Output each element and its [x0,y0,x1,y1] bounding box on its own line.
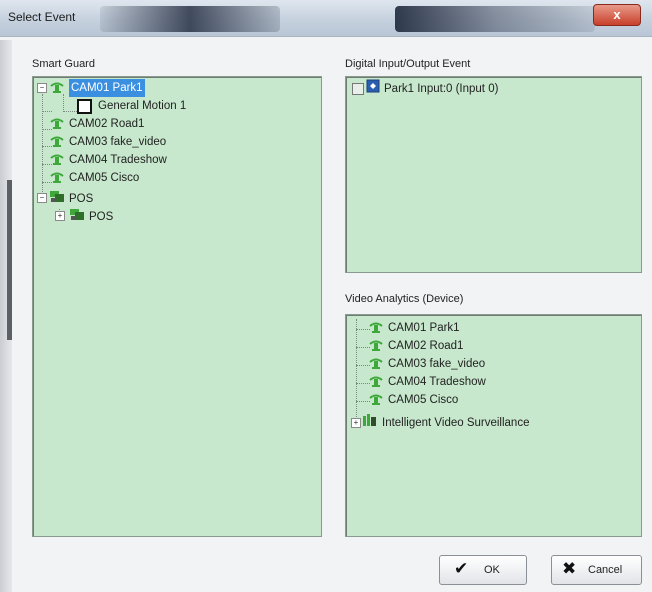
check-icon: ✔ [454,559,469,578]
tree-item-label: CAM04 Tradeshow [69,154,167,166]
tree-item-pos-group[interactable]: POS [49,189,93,207]
title-bar-shade [395,6,595,32]
tree-item-va-cam03[interactable]: CAM03 fake_video [368,355,485,373]
tree-item-label: CAM02 Road1 [388,340,464,352]
digital-io-tree[interactable]: Park1 Input:0 (Input 0) [345,76,642,273]
cancel-button-label: Cancel [588,564,623,576]
tree-item-label: Intelligent Video Surveillance [382,417,530,429]
camera-icon [49,118,65,130]
tree-item-cam01[interactable]: CAM01 Park1 [49,79,145,97]
ok-button-label: OK [484,564,500,576]
tree-item-cam04[interactable]: CAM04 Tradeshow [49,151,167,169]
ivs-icon [362,413,378,433]
camera-icon [49,82,65,94]
close-icon: x [613,7,621,22]
tree-item-label: CAM01 Park1 [388,322,460,334]
pos-icon [69,207,85,227]
tree-item-label: CAM03 fake_video [69,136,167,148]
tree-item-label: Park1 Input:0 (Input 0) [384,83,499,95]
camera-icon [368,322,384,334]
tree-item-va-cam02[interactable]: CAM02 Road1 [368,337,463,355]
select-event-dialog: Select Event x Smart Guard − CAM01 Park1… [0,0,652,592]
camera-icon [49,136,65,148]
camera-icon [49,172,65,184]
smart-guard-tree[interactable]: − CAM01 Park1 General Motion 1 CAM02 Roa… [32,76,322,537]
tree-item-pos[interactable]: POS [69,207,113,225]
tree-item-ivs[interactable]: Intelligent Video Surveillance [362,413,529,431]
camera-icon [368,358,384,370]
tree-item-va-cam01[interactable]: CAM01 Park1 [368,319,460,337]
close-button[interactable]: x [593,4,641,26]
tree-item-park1-input[interactable]: Park1 Input:0 (Input 0) [352,79,498,97]
tree-item-label: POS [89,211,114,223]
title-bar[interactable]: Select Event x [0,0,652,37]
tree-item-label: General Motion 1 [98,100,187,112]
tree-item-label: CAM03 fake_video [388,358,486,370]
checkbox-icon[interactable] [352,83,364,95]
pos-group-icon [49,189,65,209]
tree-item-label: POS [69,193,94,205]
digital-input-icon [366,79,380,99]
smart-guard-label: Smart Guard [32,58,95,70]
background-window-edge [0,40,12,592]
window-title: Select Event [8,10,76,24]
tree-item-cam03[interactable]: CAM03 fake_video [49,133,166,151]
collapse-toggle[interactable]: − [37,193,47,203]
tree-item-general-motion[interactable]: General Motion 1 [77,97,186,115]
collapse-toggle[interactable]: − [37,83,47,93]
tree-item-cam02[interactable]: CAM02 Road1 [49,115,144,133]
tree-item-label: CAM05 Cisco [69,172,140,184]
tree-item-cam05[interactable]: CAM05 Cisco [49,169,139,187]
checkbox-icon[interactable] [77,98,92,114]
camera-icon [368,394,384,406]
digital-io-label: Digital Input/Output Event [345,58,471,70]
tree-item-va-cam04[interactable]: CAM04 Tradeshow [368,373,486,391]
expand-toggle[interactable]: + [55,211,65,221]
video-analytics-tree[interactable]: CAM01 Park1 CAM02 Road1 CAM03 fake_video… [345,314,642,537]
title-bar-shade [100,6,280,32]
camera-icon [368,340,384,352]
tree-item-label: CAM05 Cisco [388,394,459,406]
tree-item-label: CAM01 Park1 [69,79,145,97]
x-icon: ✖ [562,559,577,578]
camera-icon [368,376,384,388]
background-scroll-bar [7,180,12,340]
video-analytics-label: Video Analytics (Device) [345,293,464,305]
tree-item-va-cam05[interactable]: CAM05 Cisco [368,391,458,409]
tree-item-label: CAM02 Road1 [69,118,145,130]
cancel-button[interactable]: ✖ Cancel [551,555,642,585]
ok-button[interactable]: ✔ OK [439,555,527,585]
expand-toggle[interactable]: + [351,418,361,428]
tree-item-label: CAM04 Tradeshow [388,376,486,388]
camera-icon [49,154,65,166]
